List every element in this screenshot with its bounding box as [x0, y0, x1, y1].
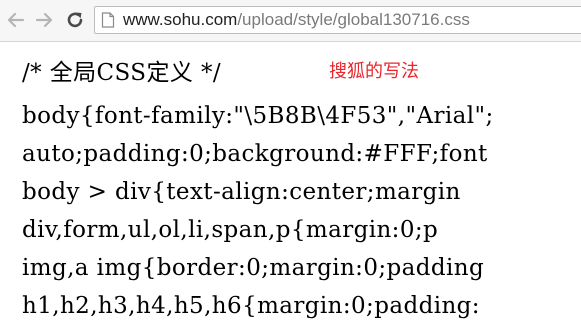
css-line: body > div{text-align:center;margin [22, 179, 461, 205]
css-line: div,form,ul,ol,li,span,p{margin:0;p [22, 217, 439, 243]
css-comment-line: /* 全局CSS定义 */ [22, 60, 222, 86]
page-icon [101, 12, 115, 28]
css-line: body{font-family:"\5B8B\4F53","Arial"; [22, 103, 494, 129]
forward-button[interactable] [32, 8, 56, 32]
url-path: /upload/style/global130716.css [237, 10, 470, 29]
arrow-right-icon [35, 12, 53, 28]
page-content: /* 全局CSS定义 */ 搜狐的写法 body{font-family:"\5… [0, 42, 581, 330]
arrow-left-icon [7, 12, 25, 28]
reload-icon [67, 12, 83, 28]
url-text[interactable]: www.sohu.com/upload/style/global130716.c… [123, 10, 470, 30]
browser-toolbar: www.sohu.com/upload/style/global130716.c… [0, 0, 581, 42]
address-bar[interactable]: www.sohu.com/upload/style/global130716.c… [94, 6, 581, 34]
back-button[interactable] [4, 8, 28, 32]
url-host: www.sohu.com [123, 10, 238, 29]
css-line: h1,h2,h3,h4,h5,h6{margin:0;padding: [22, 293, 480, 319]
css-line: auto;padding:0;background:#FFF;font [22, 141, 488, 167]
css-line: img,a img{border:0;margin:0;padding [22, 255, 485, 281]
annotation-label: 搜狐的写法 [329, 61, 419, 82]
reload-button[interactable] [63, 8, 87, 32]
